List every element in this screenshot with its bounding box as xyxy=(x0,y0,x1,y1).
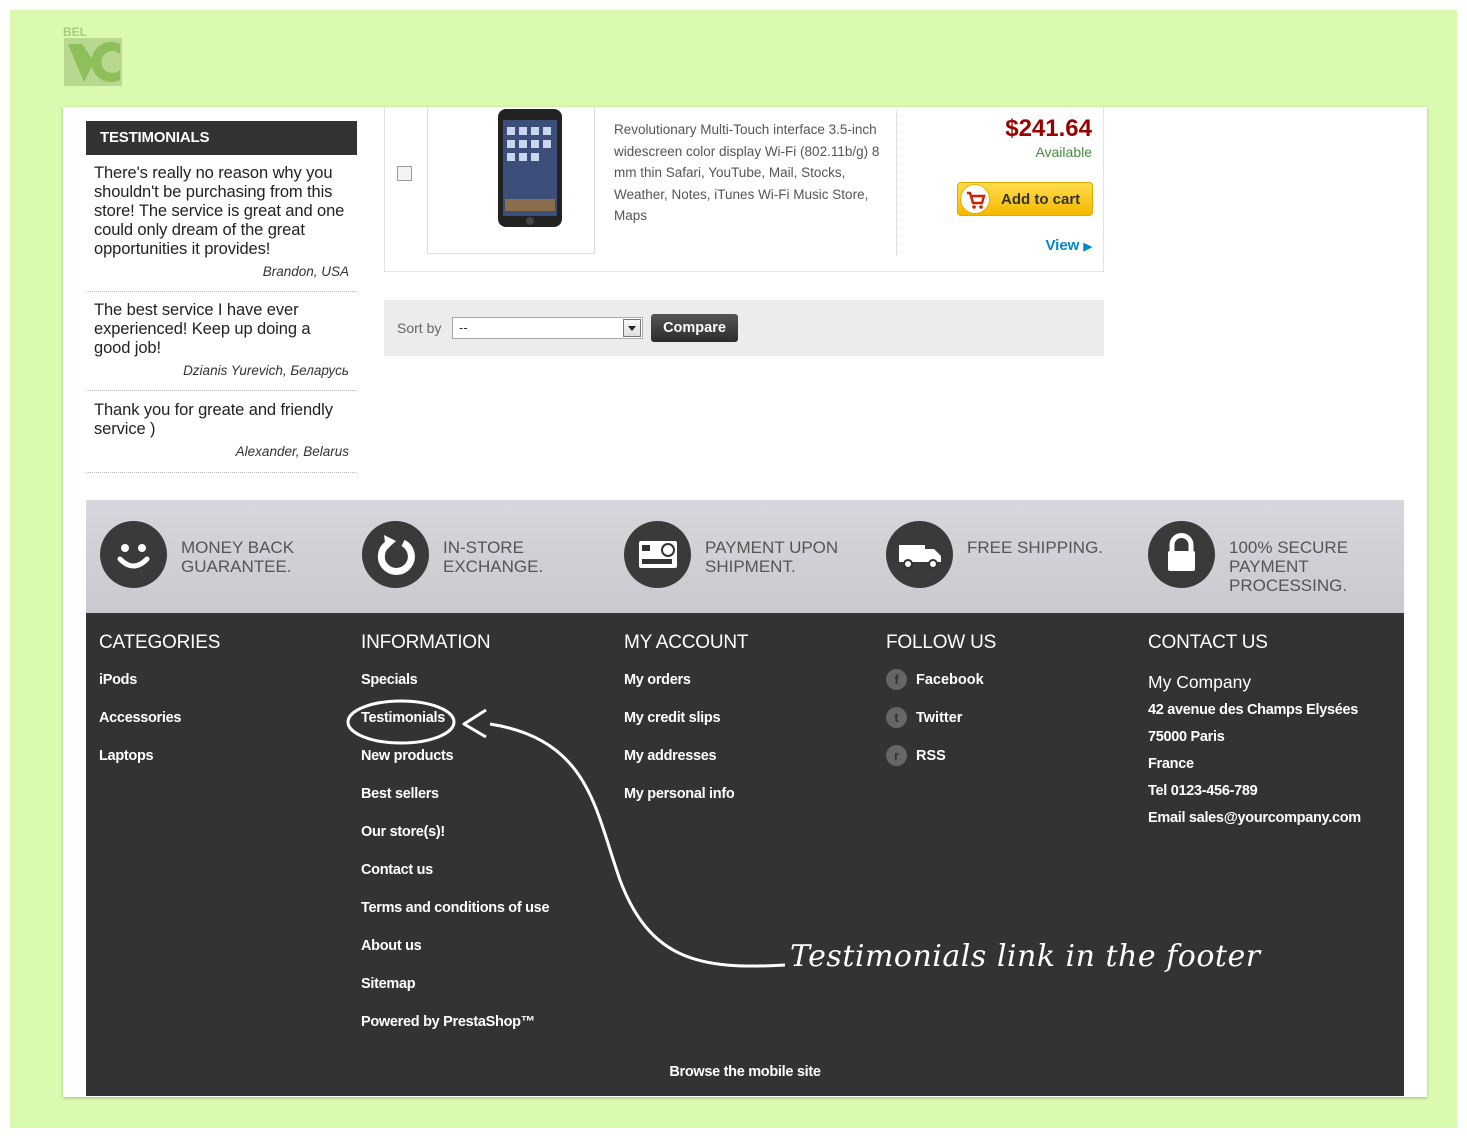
annotation-label: Testimonials link in the footer xyxy=(790,939,1261,974)
annotation-arrow xyxy=(489,722,786,968)
highlight-ellipse xyxy=(346,699,456,745)
arrow-head xyxy=(462,708,487,739)
